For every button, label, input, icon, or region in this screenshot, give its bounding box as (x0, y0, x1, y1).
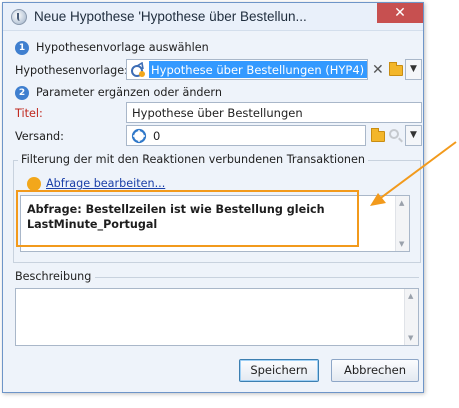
scroll-down-icon[interactable]: ▼ (408, 334, 413, 342)
filter-group-title: Filterung der mit den Reaktionen verbund… (18, 153, 369, 166)
hypothesis-template-icon (131, 62, 145, 77)
scroll-up-icon[interactable]: ▲ (408, 292, 413, 300)
step-2-label: Parameter ergänzen oder ändern (36, 86, 222, 99)
search-icon[interactable] (389, 129, 399, 139)
step-1-label: Hypothesenvorlage auswählen (36, 41, 209, 54)
chevron-down-icon: ▼ (410, 130, 417, 140)
edit-query-link[interactable]: Abfrage bearbeiten... (46, 177, 165, 190)
close-icon[interactable]: ✕ (372, 63, 384, 77)
folder-icon[interactable] (389, 62, 403, 76)
delivery-icon (131, 128, 147, 144)
step-2-icon: 2 (15, 86, 29, 100)
chevron-down-icon: ▼ (410, 64, 417, 74)
query-icon (27, 177, 41, 191)
shipping-value: 0 (153, 129, 161, 143)
window-title: Neue Hypothese 'Hypothese über Bestellun… (34, 9, 307, 24)
close-button[interactable]: ✕ (377, 3, 423, 23)
shipping-label: Versand: (15, 130, 64, 143)
save-button[interactable]: Speichern (239, 359, 319, 382)
description-input[interactable]: ▲ ▼ (15, 288, 419, 346)
callout-arrow (370, 141, 457, 206)
description-scrollbar[interactable]: ▲ ▼ (404, 289, 418, 345)
template-value[interactable]: Hypothese über Bestellungen (HYP4) (149, 61, 368, 78)
title-value: Hypothese über Bestellungen (132, 106, 303, 120)
title-input[interactable]: Hypothese über Bestellungen (126, 102, 422, 123)
title-bar[interactable]: Neue Hypothese 'Hypothese über Bestellun… (3, 3, 423, 31)
template-label: Hypothesenvorlage: (15, 64, 128, 77)
title-label: Titel: (15, 107, 43, 120)
cancel-button[interactable]: Abbrechen (331, 359, 419, 382)
query-highlight-box (16, 190, 359, 247)
description-divider (95, 277, 419, 278)
template-field[interactable]: Hypothese über Bestellungen (HYP4) (126, 59, 368, 80)
app-icon (11, 9, 27, 25)
step-1-icon: 1 (15, 41, 29, 55)
template-dropdown[interactable]: ▼ (405, 59, 422, 80)
description-label: Beschreibung (15, 270, 92, 283)
scroll-down-icon[interactable]: ▼ (399, 240, 404, 248)
shipping-field[interactable]: 0 (126, 125, 366, 146)
